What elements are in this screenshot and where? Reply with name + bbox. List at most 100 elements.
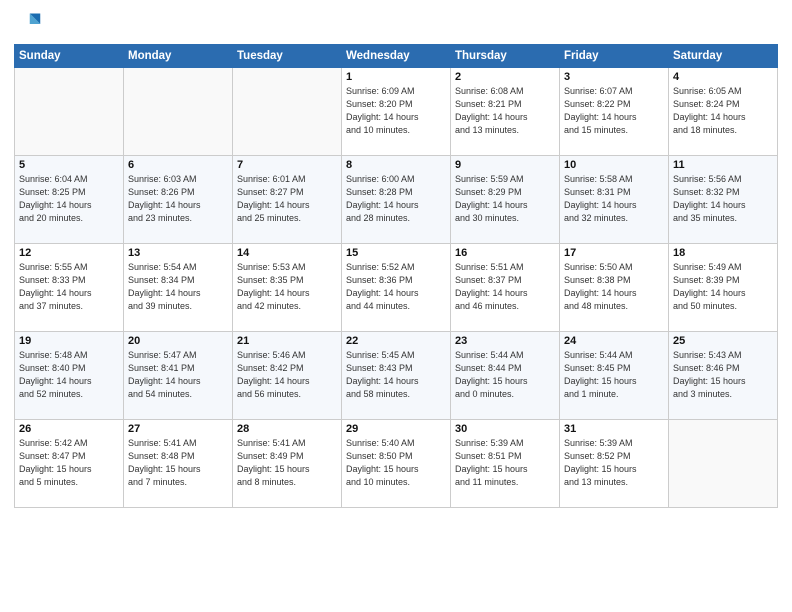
day-number: 27	[128, 423, 228, 435]
logo	[14, 10, 46, 38]
calendar-cell: 30 Sunrise: 5:39 AM Sunset: 8:51 PM Dayli…	[451, 420, 560, 508]
day-number: 30	[455, 423, 555, 435]
calendar-cell: 31 Sunrise: 5:39 AM Sunset: 8:52 PM Dayli…	[560, 420, 669, 508]
weekday-header-sunday: Sunday	[15, 45, 124, 68]
day-info: Sunrise: 5:59 AM Sunset: 8:29 PM Dayligh…	[455, 173, 555, 225]
day-number: 24	[564, 335, 664, 347]
calendar-cell: 3 Sunrise: 6:07 AM Sunset: 8:22 PM Daylig…	[560, 68, 669, 156]
day-number: 12	[19, 247, 119, 259]
day-number: 4	[673, 71, 773, 83]
day-info: Sunrise: 5:40 AM Sunset: 8:50 PM Dayligh…	[346, 437, 446, 489]
calendar-cell: 14 Sunrise: 5:53 AM Sunset: 8:35 PM Dayli…	[233, 244, 342, 332]
day-info: Sunrise: 5:39 AM Sunset: 8:52 PM Dayligh…	[564, 437, 664, 489]
day-info: Sunrise: 5:42 AM Sunset: 8:47 PM Dayligh…	[19, 437, 119, 489]
weekday-header-row: SundayMondayTuesdayWednesdayThursdayFrid…	[15, 45, 778, 68]
day-info: Sunrise: 5:49 AM Sunset: 8:39 PM Dayligh…	[673, 261, 773, 313]
calendar-cell: 20Sunrise: 5:47 AM Sunset: 8:41 PM Dayli…	[124, 332, 233, 420]
day-number: 8	[346, 159, 446, 171]
calendar-cell: 27Sunrise: 5:41 AM Sunset: 8:48 PM Dayli…	[124, 420, 233, 508]
day-info: Sunrise: 5:44 AM Sunset: 8:45 PM Dayligh…	[564, 349, 664, 401]
week-row-1: 1 Sunrise: 6:09 AM Sunset: 8:20 PM Daylig…	[15, 68, 778, 156]
weekday-header-friday: Friday	[560, 45, 669, 68]
week-row-4: 19 Sunrise: 5:48 AM Sunset: 8:40 PM Dayli…	[15, 332, 778, 420]
calendar-cell: 10 Sunrise: 5:58 AM Sunset: 8:31 PM Dayli…	[560, 156, 669, 244]
day-number: 2	[455, 71, 555, 83]
calendar-cell: 21 Sunrise: 5:46 AM Sunset: 8:42 PM Dayli…	[233, 332, 342, 420]
day-number: 9	[455, 159, 555, 171]
calendar-cell: 16Sunrise: 5:51 AM Sunset: 8:37 PM Dayli…	[451, 244, 560, 332]
calendar-cell: 9 Sunrise: 5:59 AM Sunset: 8:29 PM Daylig…	[451, 156, 560, 244]
day-number: 28	[237, 423, 337, 435]
day-number: 21	[237, 335, 337, 347]
day-info: Sunrise: 6:01 AM Sunset: 8:27 PM Dayligh…	[237, 173, 337, 225]
day-number: 1	[346, 71, 446, 83]
day-info: Sunrise: 5:53 AM Sunset: 8:35 PM Dayligh…	[237, 261, 337, 313]
week-row-5: 26 Sunrise: 5:42 AM Sunset: 8:47 PM Dayli…	[15, 420, 778, 508]
calendar-cell: 15Sunrise: 5:52 AM Sunset: 8:36 PM Dayli…	[342, 244, 451, 332]
day-info: Sunrise: 5:55 AM Sunset: 8:33 PM Dayligh…	[19, 261, 119, 313]
weekday-header-wednesday: Wednesday	[342, 45, 451, 68]
day-info: Sunrise: 6:00 AM Sunset: 8:28 PM Dayligh…	[346, 173, 446, 225]
day-number: 23	[455, 335, 555, 347]
day-info: Sunrise: 5:58 AM Sunset: 8:31 PM Dayligh…	[564, 173, 664, 225]
week-row-2: 5 Sunrise: 6:04 AM Sunset: 8:25 PM Daylig…	[15, 156, 778, 244]
day-number: 22	[346, 335, 446, 347]
day-number: 19	[19, 335, 119, 347]
calendar-cell: 28Sunrise: 5:41 AM Sunset: 8:49 PM Dayli…	[233, 420, 342, 508]
day-info: Sunrise: 6:07 AM Sunset: 8:22 PM Dayligh…	[564, 85, 664, 137]
day-info: Sunrise: 5:39 AM Sunset: 8:51 PM Dayligh…	[455, 437, 555, 489]
calendar-cell: 26 Sunrise: 5:42 AM Sunset: 8:47 PM Dayli…	[15, 420, 124, 508]
day-number: 29	[346, 423, 446, 435]
calendar-cell	[15, 68, 124, 156]
day-number: 5	[19, 159, 119, 171]
calendar-cell: 4Sunrise: 6:05 AM Sunset: 8:24 PM Daylig…	[669, 68, 778, 156]
calendar-table: SundayMondayTuesdayWednesdayThursdayFrid…	[14, 44, 778, 508]
calendar-cell: 19 Sunrise: 5:48 AM Sunset: 8:40 PM Dayli…	[15, 332, 124, 420]
weekday-header-tuesday: Tuesday	[233, 45, 342, 68]
calendar-cell: 6 Sunrise: 6:03 AM Sunset: 8:26 PM Daylig…	[124, 156, 233, 244]
calendar-cell	[669, 420, 778, 508]
day-info: Sunrise: 5:43 AM Sunset: 8:46 PM Dayligh…	[673, 349, 773, 401]
day-number: 14	[237, 247, 337, 259]
calendar-cell: 5 Sunrise: 6:04 AM Sunset: 8:25 PM Daylig…	[15, 156, 124, 244]
calendar-cell: 17 Sunrise: 5:50 AM Sunset: 8:38 PM Dayli…	[560, 244, 669, 332]
calendar-cell	[233, 68, 342, 156]
weekday-header-monday: Monday	[124, 45, 233, 68]
calendar-page: SundayMondayTuesdayWednesdayThursdayFrid…	[0, 0, 792, 612]
day-number: 6	[128, 159, 228, 171]
day-info: Sunrise: 6:03 AM Sunset: 8:26 PM Dayligh…	[128, 173, 228, 225]
day-number: 26	[19, 423, 119, 435]
day-number: 3	[564, 71, 664, 83]
calendar-cell: 1 Sunrise: 6:09 AM Sunset: 8:20 PM Daylig…	[342, 68, 451, 156]
calendar-cell: 7 Sunrise: 6:01 AM Sunset: 8:27 PM Daylig…	[233, 156, 342, 244]
calendar-cell: 22 Sunrise: 5:45 AM Sunset: 8:43 PM Dayli…	[342, 332, 451, 420]
day-number: 31	[564, 423, 664, 435]
day-number: 11	[673, 159, 773, 171]
day-info: Sunrise: 5:44 AM Sunset: 8:44 PM Dayligh…	[455, 349, 555, 401]
day-number: 10	[564, 159, 664, 171]
calendar-cell: 8 Sunrise: 6:00 AM Sunset: 8:28 PM Daylig…	[342, 156, 451, 244]
day-info: Sunrise: 5:45 AM Sunset: 8:43 PM Dayligh…	[346, 349, 446, 401]
calendar-cell: 11Sunrise: 5:56 AM Sunset: 8:32 PM Dayli…	[669, 156, 778, 244]
day-number: 15	[346, 247, 446, 259]
day-number: 7	[237, 159, 337, 171]
calendar-cell: 23 Sunrise: 5:44 AM Sunset: 8:44 PM Dayli…	[451, 332, 560, 420]
calendar-cell: 29 Sunrise: 5:40 AM Sunset: 8:50 PM Dayli…	[342, 420, 451, 508]
day-info: Sunrise: 5:46 AM Sunset: 8:42 PM Dayligh…	[237, 349, 337, 401]
calendar-cell: 12 Sunrise: 5:55 AM Sunset: 8:33 PM Dayli…	[15, 244, 124, 332]
day-number: 17	[564, 247, 664, 259]
day-info: Sunrise: 6:09 AM Sunset: 8:20 PM Dayligh…	[346, 85, 446, 137]
day-number: 13	[128, 247, 228, 259]
calendar-cell: 24 Sunrise: 5:44 AM Sunset: 8:45 PM Dayli…	[560, 332, 669, 420]
weekday-header-thursday: Thursday	[451, 45, 560, 68]
day-info: Sunrise: 6:04 AM Sunset: 8:25 PM Dayligh…	[19, 173, 119, 225]
calendar-cell	[124, 68, 233, 156]
day-number: 18	[673, 247, 773, 259]
day-info: Sunrise: 5:47 AM Sunset: 8:41 PM Dayligh…	[128, 349, 228, 401]
day-info: Sunrise: 5:48 AM Sunset: 8:40 PM Dayligh…	[19, 349, 119, 401]
day-info: Sunrise: 5:51 AM Sunset: 8:37 PM Dayligh…	[455, 261, 555, 313]
calendar-cell: 2Sunrise: 6:08 AM Sunset: 8:21 PM Daylig…	[451, 68, 560, 156]
weekday-header-saturday: Saturday	[669, 45, 778, 68]
day-info: Sunrise: 5:50 AM Sunset: 8:38 PM Dayligh…	[564, 261, 664, 313]
logo-icon	[14, 10, 42, 38]
